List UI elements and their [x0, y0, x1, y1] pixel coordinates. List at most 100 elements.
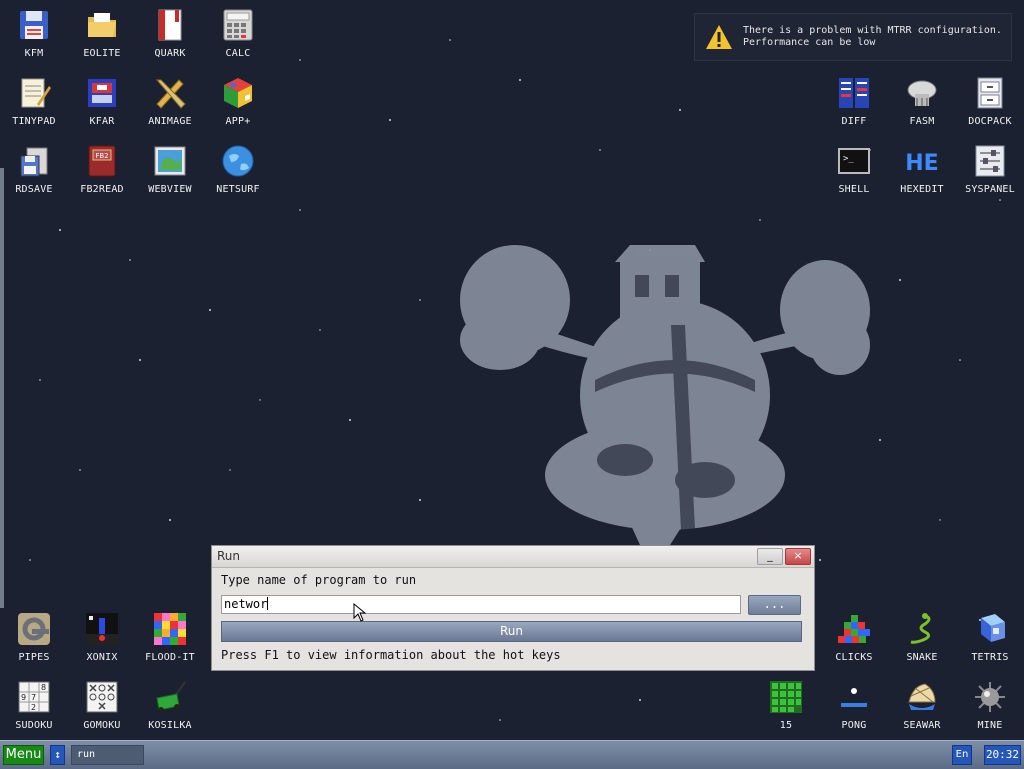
- desktop-icon-hexedit[interactable]: HE HEXEDIT: [888, 136, 956, 204]
- notification-text: There is a problem with MTRR configurati…: [743, 25, 1002, 49]
- desktop-icon-pong[interactable]: PONG: [820, 672, 888, 740]
- icon-label: SYSPANEL: [965, 184, 1015, 195]
- icon-label: SEAWAR: [903, 720, 941, 731]
- switch-windows-button[interactable]: ↕: [50, 745, 65, 765]
- cube-icon: [221, 76, 255, 110]
- notification-line-1: There is a problem with MTRR configurati…: [743, 25, 1002, 36]
- icon-label: SNAKE: [906, 652, 938, 663]
- desktop-icon-snake[interactable]: SNAKE: [888, 604, 956, 672]
- desktop-icon-rdsave[interactable]: RDSAVE: [0, 136, 68, 204]
- desktop-icon-shell[interactable]: >_ SHELL: [820, 136, 888, 204]
- archive-icon: [85, 76, 119, 110]
- hotkeys-hint: Press F1 to view information about the h…: [221, 648, 561, 662]
- mtrr-warning-notification[interactable]: There is a problem with MTRR configurati…: [694, 13, 1012, 61]
- svg-text:HE: HE: [905, 151, 938, 176]
- icon-label: FASM: [909, 116, 935, 127]
- desktop-icon-flood-it[interactable]: FLOOD-IT: [136, 604, 204, 672]
- globe-icon: [221, 144, 255, 178]
- icon-label: CLICKS: [835, 652, 873, 663]
- sliders-icon: [973, 144, 1007, 178]
- desktop-icon-docpack[interactable]: DOCPACK: [956, 68, 1024, 136]
- desktop-icon-kfar[interactable]: KFAR: [68, 68, 136, 136]
- desktop-icon-calc[interactable]: CALC: [204, 0, 272, 68]
- run-dialog-title: Run: [217, 549, 241, 563]
- warning-icon: [705, 23, 733, 51]
- icon-label: SUDOKU: [15, 720, 53, 731]
- desktop-icon-eolite[interactable]: EOLITE: [68, 0, 136, 68]
- calculator-icon: [221, 8, 255, 42]
- desktop-icon-15[interactable]: 15: [752, 672, 820, 740]
- lawnmower-icon: [153, 680, 187, 714]
- notepad-icon: [17, 76, 51, 110]
- book-icon: FB2: [85, 144, 119, 178]
- program-name-input[interactable]: networ: [221, 595, 741, 614]
- desktop-icon-animage[interactable]: ANIMAGE: [136, 68, 204, 136]
- svg-text:2: 2: [31, 703, 36, 712]
- icon-label: APP+: [225, 116, 251, 127]
- taskbar-item-run[interactable]: run: [71, 745, 144, 765]
- desktop-icon-fb2read[interactable]: FB2 FB2READ: [68, 136, 136, 204]
- desktop-icon-gomoku[interactable]: GOMOKU: [68, 672, 136, 740]
- run-dialog-titlebar[interactable]: Run _ ×: [212, 546, 814, 568]
- icon-label: XONIX: [86, 652, 118, 663]
- desktop-icon-quark[interactable]: QUARK: [136, 0, 204, 68]
- clock[interactable]: 20:32: [984, 745, 1021, 765]
- xonix-icon: [85, 612, 119, 646]
- run-prompt-label: Type name of program to run: [221, 573, 417, 587]
- sudoku-icon: 8 972: [17, 680, 51, 714]
- icon-label: FLOOD-IT: [145, 652, 195, 663]
- browse-button[interactable]: ...: [748, 595, 801, 615]
- menu-button[interactable]: Menu: [3, 745, 44, 765]
- icon-label: RDSAVE: [15, 184, 53, 195]
- icon-label: PONG: [841, 720, 867, 731]
- left-edge-panel[interactable]: [0, 168, 4, 608]
- compare-icon: [837, 76, 871, 110]
- desktop-icon-webview[interactable]: WEBVIEW: [136, 136, 204, 204]
- desktop-icon-fasm[interactable]: FASM: [888, 68, 956, 136]
- icon-label: TINYPAD: [12, 116, 56, 127]
- svg-text:8: 8: [41, 683, 46, 692]
- pong-icon: [837, 680, 871, 714]
- run-dialog: Run _ × Type name of program to run netw…: [211, 545, 815, 671]
- icon-label: KOSILKA: [148, 720, 192, 731]
- program-name-value: networ: [224, 597, 268, 611]
- desktop-icon-seawar[interactable]: SEAWAR: [888, 672, 956, 740]
- mouse-cursor: [353, 603, 367, 622]
- desktop-icon-syspanel[interactable]: SYSPANEL: [956, 136, 1024, 204]
- desktop-icon-sudoku[interactable]: 8 972 SUDOKU: [0, 672, 68, 740]
- icon-label: HEXEDIT: [900, 184, 944, 195]
- taskbar: Menu ↕ run En 20:32: [0, 740, 1024, 769]
- desktop-icon-kosilka[interactable]: KOSILKA: [136, 672, 204, 740]
- run-button[interactable]: Run: [221, 621, 802, 642]
- desktop-icon-tinypad[interactable]: TINYPAD: [0, 68, 68, 136]
- desktop-icon-mine[interactable]: MINE: [956, 672, 1024, 740]
- icon-label: DIFF: [841, 116, 867, 127]
- folder-icon: [85, 8, 119, 42]
- desktop-icon-pipes[interactable]: PIPES: [0, 604, 68, 672]
- assembler-icon: [905, 76, 939, 110]
- icon-label: 15: [779, 720, 793, 731]
- desktop-icon-diff[interactable]: DIFF: [820, 68, 888, 136]
- icon-label: WEBVIEW: [148, 184, 192, 195]
- gomoku-icon: [85, 680, 119, 714]
- color-grid-icon: [153, 612, 187, 646]
- keyboard-layout-indicator[interactable]: En: [952, 745, 972, 765]
- icon-label: MINE: [977, 720, 1003, 731]
- map-browser-icon: [153, 144, 187, 178]
- notification-line-2: Performance can be low: [743, 37, 876, 48]
- desktop-icon-kfm[interactable]: KFM: [0, 0, 68, 68]
- desktop-icon-netsurf[interactable]: NETSURF: [204, 136, 272, 204]
- icon-label: KFM: [24, 48, 44, 59]
- icon-label: CALC: [225, 48, 251, 59]
- save-disk-icon: [17, 144, 51, 178]
- desktop-icon-clicks[interactable]: CLICKS: [820, 604, 888, 672]
- close-button[interactable]: ×: [785, 548, 811, 565]
- tree-house-wallpaper: [460, 245, 870, 545]
- minimize-button[interactable]: _: [757, 548, 783, 565]
- mine-icon: [973, 680, 1007, 714]
- desktop-icon-xonix[interactable]: XONIX: [68, 604, 136, 672]
- notebook-icon: [153, 8, 187, 42]
- fifteen-puzzle-icon: [769, 680, 803, 714]
- desktop-icon-tetris[interactable]: TETRIS: [956, 604, 1024, 672]
- desktop-icon-app-plus[interactable]: APP+: [204, 68, 272, 136]
